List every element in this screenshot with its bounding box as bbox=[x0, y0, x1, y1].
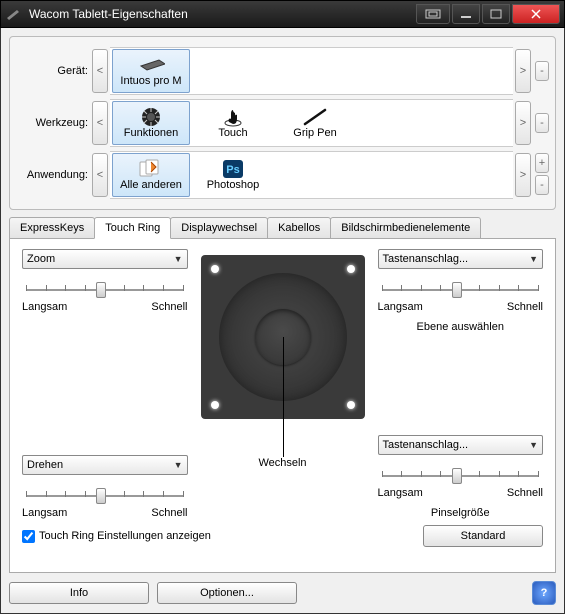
titlebar: Wacom Tablett-Eigenschaften bbox=[0, 0, 565, 28]
chevron-down-icon: ▼ bbox=[174, 254, 183, 264]
standard-button[interactable]: Standard bbox=[423, 525, 543, 547]
extra-label-br: Pinselgröße bbox=[378, 507, 544, 519]
tab-touch-ring[interactable]: Touch Ring bbox=[94, 217, 171, 239]
speed-slider-tl[interactable] bbox=[22, 279, 188, 299]
ring-block-top-left: Zoom ▼ Langsam Schnell bbox=[22, 249, 188, 380]
app-label: Anwendung: bbox=[16, 169, 88, 181]
device-label: Gerät: bbox=[16, 65, 88, 77]
tool-prev-button[interactable]: < bbox=[92, 101, 108, 145]
app-remove-button[interactable]: - bbox=[535, 175, 549, 195]
extra-label-tr: Ebene auswählen bbox=[378, 321, 544, 333]
tab-displaywechsel[interactable]: Displaywechsel bbox=[170, 217, 268, 239]
speed-slider-tr[interactable] bbox=[378, 279, 544, 299]
app-icon bbox=[5, 6, 21, 22]
ring-block-bottom-right: Tastenanschlag... ▼ Langsam Schnell Pins… bbox=[378, 388, 544, 519]
functions-icon bbox=[137, 107, 165, 127]
ring-block-top-right: Tastenanschlag... ▼ Langsam Schnell Eben… bbox=[378, 249, 544, 380]
tab-kabellos[interactable]: Kabellos bbox=[267, 217, 331, 239]
device-strip: Intuos pro M bbox=[110, 47, 513, 95]
app-item-all-others[interactable]: Alle anderen bbox=[112, 153, 190, 197]
chevron-down-icon: ▼ bbox=[529, 440, 538, 450]
tool-item-grip-pen[interactable]: Grip Pen bbox=[276, 101, 354, 145]
tool-item-touch[interactable]: Touch bbox=[194, 101, 272, 145]
touch-ring-panel: Zoom ▼ Langsam Schnell bbox=[9, 238, 556, 573]
window-extra-button[interactable] bbox=[416, 4, 450, 24]
app-prev-button[interactable]: < bbox=[92, 153, 108, 197]
app-strip: Alle anderen Ps Photoshop bbox=[110, 151, 513, 199]
tool-next-button[interactable]: > bbox=[515, 101, 531, 145]
ring-block-bottom-left: Drehen ▼ Langsam Schnell bbox=[22, 388, 188, 519]
minimize-button[interactable] bbox=[452, 4, 480, 24]
info-button[interactable]: Info bbox=[9, 582, 149, 604]
app-item-photoshop[interactable]: Ps Photoshop bbox=[194, 153, 272, 197]
mode-dropdown-tr[interactable]: Tastenanschlag... ▼ bbox=[378, 249, 544, 269]
tab-bar: ExpressKeys Touch Ring Displaywechsel Ka… bbox=[9, 216, 556, 238]
speed-slider-br[interactable] bbox=[378, 465, 544, 485]
show-settings-checkbox[interactable]: Touch Ring Einstellungen anzeigen bbox=[22, 530, 423, 543]
mode-dropdown-bl[interactable]: Drehen ▼ bbox=[22, 455, 188, 475]
tab-expresskeys[interactable]: ExpressKeys bbox=[9, 217, 95, 239]
device-next-button[interactable]: > bbox=[515, 49, 531, 93]
tab-bildschirmbedienelemente[interactable]: Bildschirmbedienelemente bbox=[330, 217, 481, 239]
mode-dropdown-tl[interactable]: Zoom ▼ bbox=[22, 249, 188, 269]
tool-remove-button[interactable]: - bbox=[535, 113, 549, 133]
help-button[interactable]: ? bbox=[532, 581, 556, 605]
chevron-down-icon: ▼ bbox=[174, 460, 183, 470]
all-apps-icon bbox=[137, 159, 165, 179]
pen-icon bbox=[301, 107, 329, 127]
options-button[interactable]: Optionen... bbox=[157, 582, 297, 604]
selector-panel: Gerät: < Intuos pro M > - Werkzeug: < bbox=[9, 36, 556, 210]
app-add-button[interactable]: + bbox=[535, 153, 549, 173]
tool-strip: Funktionen Touch Grip Pen bbox=[110, 99, 513, 147]
app-next-button[interactable]: > bbox=[515, 153, 531, 197]
touch-ring-visual bbox=[201, 255, 365, 419]
device-remove-button[interactable]: - bbox=[535, 61, 549, 81]
touch-icon bbox=[219, 107, 247, 127]
mode-dropdown-br[interactable]: Tastenanschlag... ▼ bbox=[378, 435, 544, 455]
maximize-button[interactable] bbox=[482, 4, 510, 24]
speed-slider-bl[interactable] bbox=[22, 485, 188, 505]
chevron-down-icon: ▼ bbox=[529, 254, 538, 264]
svg-text:Ps: Ps bbox=[226, 164, 239, 176]
photoshop-icon: Ps bbox=[219, 159, 247, 179]
tool-item-functions[interactable]: Funktionen bbox=[112, 101, 190, 145]
device-item-intuos[interactable]: Intuos pro M bbox=[112, 49, 190, 93]
device-prev-button[interactable]: < bbox=[92, 49, 108, 93]
tablet-icon bbox=[137, 55, 165, 75]
ring-center-label: Wechseln bbox=[258, 457, 306, 469]
tool-label: Werkzeug: bbox=[16, 117, 88, 129]
window-title: Wacom Tablett-Eigenschaften bbox=[25, 7, 414, 21]
close-button[interactable] bbox=[512, 4, 560, 24]
